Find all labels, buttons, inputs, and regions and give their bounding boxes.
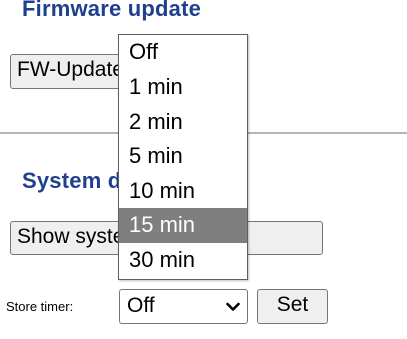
chevron-down-icon — [226, 302, 240, 311]
dropdown-option[interactable]: 15 min — [119, 208, 247, 243]
dropdown-option[interactable]: Off — [119, 35, 247, 70]
dropdown-option[interactable]: 5 min — [119, 139, 247, 174]
set-button[interactable]: Set — [257, 289, 328, 324]
dropdown-option[interactable]: 10 min — [119, 174, 247, 209]
store-timer-select[interactable]: Off — [119, 289, 248, 324]
store-timer-selected-value: Off — [127, 294, 155, 317]
store-timer-dropdown-list: Off 1 min 2 min 5 min 10 min 15 min 30 min — [118, 34, 248, 280]
store-timer-label: Store timer: — [6, 299, 74, 314]
dropdown-option[interactable]: 1 min — [119, 70, 247, 105]
dropdown-option[interactable]: 30 min — [119, 243, 247, 278]
dropdown-option[interactable]: 2 min — [119, 105, 247, 140]
firmware-heading: Firmware update — [22, 0, 202, 21]
